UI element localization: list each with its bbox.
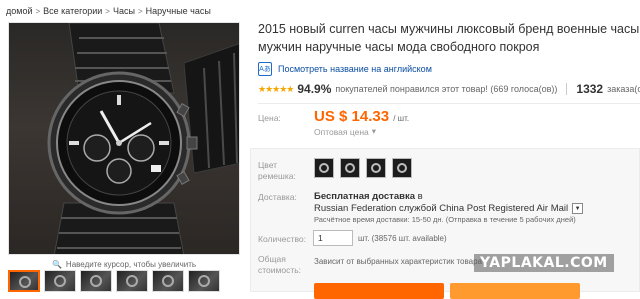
breadcrumb-home[interactable]: домой <box>6 6 32 16</box>
thumbnail-2[interactable] <box>44 270 76 292</box>
price-label: Цена: <box>258 113 281 123</box>
wholesale-price-toggle[interactable]: Оптовая цена ▾ <box>314 126 376 137</box>
total-note: Зависит от выбранных характеристик товар… <box>314 257 482 266</box>
thumbnail-strip <box>8 270 240 292</box>
rating-percent: 94.9% <box>297 82 332 96</box>
zoom-hint: 🔍 Наведите курсор, чтобы увеличить <box>8 258 240 270</box>
thumbnail-5[interactable] <box>152 270 184 292</box>
color-swatch-4[interactable] <box>392 158 412 178</box>
watch-illustration <box>47 23 239 254</box>
color-swatch-3[interactable] <box>366 158 386 178</box>
translate-icon: Aあ <box>258 62 272 76</box>
quantity-input[interactable] <box>313 230 353 246</box>
shipping-method[interactable]: Russian Federation службой China Post Re… <box>314 203 584 214</box>
zoom-hint-text: Наведите курсор, чтобы увеличить <box>65 259 197 269</box>
magnifier-icon: 🔍 <box>51 259 62 269</box>
thumbnail-1[interactable] <box>8 270 40 292</box>
product-main-image[interactable] <box>8 22 240 255</box>
breadcrumb-all-categories[interactable]: Все категории <box>43 6 102 16</box>
price-amount: US $ 14.33 <box>314 108 390 125</box>
star-rating-icon: ★★★★★ <box>258 83 294 94</box>
breadcrumb-separator: > <box>105 6 110 16</box>
strap-color-label: Цвет ремешка: <box>258 160 296 182</box>
add-to-cart-button[interactable] <box>450 283 580 299</box>
rating-row: ★★★★★ 94.9% покупателей понравился этот … <box>258 82 640 96</box>
breadcrumb-separator: > <box>35 6 41 16</box>
translate-link-text[interactable]: Посмотреть название на английском <box>278 64 432 74</box>
site-watermark: YAPLAKAL.COM <box>474 254 614 272</box>
rating-text[interactable]: покупателей понравился этот товар! (669 … <box>335 84 557 94</box>
total-label: Общая стоимость: <box>258 254 301 276</box>
shipping-dropdown-icon[interactable]: ▼ <box>572 203 584 214</box>
strap-color-label-line1: Цвет <box>258 160 278 170</box>
total-label-line1: Общая <box>258 254 286 264</box>
breadcrumb-watches[interactable]: Часы <box>113 6 135 16</box>
orders-count: 1332 <box>576 82 604 96</box>
quantity-label: Количество: <box>258 234 307 244</box>
product-title: 2015 новый curren часы мужчины люксовый … <box>258 22 640 54</box>
shipping-time: Расчётное время доставки: 15-50 дн. (Отп… <box>314 215 576 224</box>
color-swatch-1[interactable] <box>314 158 334 178</box>
shipping-free: Бесплатная доставка в <box>314 191 423 202</box>
breadcrumb-separator: > <box>137 6 143 16</box>
strap-color-label-line2: ремешка: <box>258 171 296 181</box>
price-unit: / шт. <box>393 114 410 123</box>
shipping-route-text[interactable]: Russian Federation службой China Post Re… <box>314 203 568 214</box>
thumbnail-6[interactable] <box>188 270 220 292</box>
color-swatch-2[interactable] <box>340 158 360 178</box>
breadcrumb: домой > Все категории > Часы > Наручные … <box>6 4 211 18</box>
total-label-line2: стоимость: <box>258 265 302 275</box>
strap-color-swatches <box>314 158 412 178</box>
shipping-label: Доставка: <box>258 192 297 202</box>
breadcrumb-wristwatches[interactable]: Наручные часы <box>146 6 211 16</box>
price-value: US $ 14.33 / шт. <box>314 108 409 125</box>
rating-divider <box>566 83 568 95</box>
translate-title-link[interactable]: Aあ Посмотреть название на английском <box>258 62 432 76</box>
wholesale-label[interactable]: Оптовая цена <box>314 127 369 137</box>
quantity-available: шт. (38576 шт. available) <box>358 234 447 243</box>
shipping-free-text: Бесплатная доставка <box>314 191 415 202</box>
shipping-in-text: в <box>417 191 423 202</box>
chevron-down-icon: ▾ <box>371 126 377 136</box>
section-divider <box>258 103 640 104</box>
orders-label: заказа(ов) <box>607 84 640 94</box>
buy-now-button[interactable] <box>314 283 444 299</box>
thumbnail-3[interactable] <box>80 270 112 292</box>
thumbnail-4[interactable] <box>116 270 148 292</box>
